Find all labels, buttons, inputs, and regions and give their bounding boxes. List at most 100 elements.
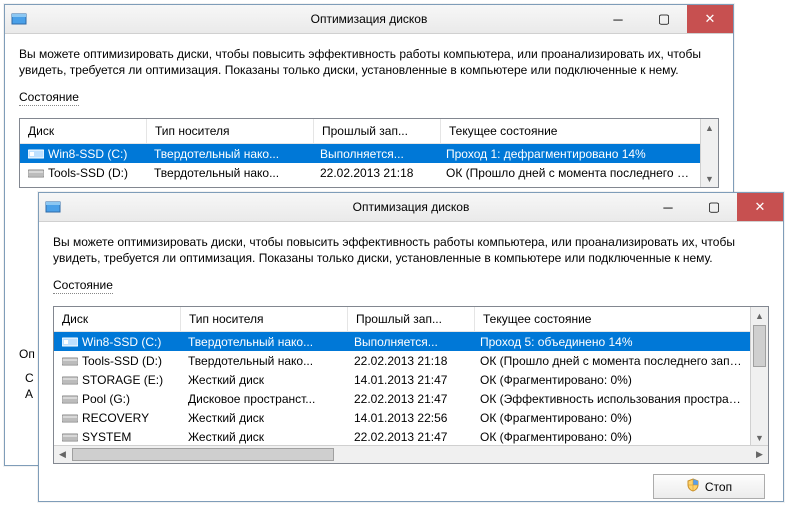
disk-name: SYSTEM xyxy=(82,430,131,444)
disk-name: Tools-SSD (D:) xyxy=(48,166,128,180)
hdd-drive-icon xyxy=(62,431,78,443)
cell-last-run: Выполняется... xyxy=(312,147,438,161)
cell-disk: STORAGE (E:) xyxy=(54,373,180,387)
col-media[interactable]: Тип носителя xyxy=(181,307,348,331)
cell-last-run: Выполняется... xyxy=(346,335,472,349)
disk-name: Win8-SSD (C:) xyxy=(82,335,161,349)
vertical-scrollbar[interactable]: ▲ ▼ xyxy=(750,307,768,446)
cell-media: Твердотельный нако... xyxy=(146,147,312,161)
cell-disk: RECOVERY xyxy=(54,411,180,425)
scroll-down-icon[interactable]: ▼ xyxy=(701,170,718,187)
hdd-drive-icon xyxy=(62,374,78,386)
col-media[interactable]: Тип носителя xyxy=(147,119,314,143)
button-row: Стоп xyxy=(53,464,769,501)
scroll-thumb[interactable] xyxy=(72,448,334,461)
cell-state: ОК (Фрагментировано: 0%) xyxy=(472,430,751,444)
scroll-right-icon[interactable]: ▶ xyxy=(751,446,768,463)
hdd-drive-icon xyxy=(62,412,78,424)
cell-state: ОК (Эффективность использования простран… xyxy=(472,392,751,406)
cell-disk: Win8-SSD (C:) xyxy=(54,335,180,349)
window-front: Оптимизация дисков ─ ▢ ✕ Вы можете оптим… xyxy=(38,192,784,502)
maximize-button[interactable]: ▢ xyxy=(641,5,687,33)
cell-media: Дисковое пространст... xyxy=(180,392,346,406)
hdd-drive-icon xyxy=(62,393,78,405)
description-text: Вы можете оптимизировать диски, чтобы по… xyxy=(19,46,719,78)
table-row[interactable]: Win8-SSD (C:) Твердотельный нако...Выполн… xyxy=(54,332,751,351)
scroll-up-icon[interactable]: ▲ xyxy=(751,307,768,324)
list-header[interactable]: Диск Тип носителя Прошлый зап... Текущее… xyxy=(20,119,701,144)
window-controls: ─ ▢ ✕ xyxy=(645,193,783,221)
disk-name: STORAGE (E:) xyxy=(82,373,163,387)
maximize-button[interactable]: ▢ xyxy=(691,193,737,221)
description-text: Вы можете оптимизировать диски, чтобы по… xyxy=(53,234,769,266)
window-controls: ─ ▢ ✕ xyxy=(595,5,733,33)
table-row[interactable]: STORAGE (E:) Жесткий диск14.01.2013 21:47… xyxy=(54,370,751,389)
table-row[interactable]: Tools-SSD (D:)Твердотельный нако...22.02… xyxy=(20,163,701,182)
titlebar[interactable]: Оптимизация дисков ─ ▢ ✕ xyxy=(39,193,783,222)
close-button[interactable]: ✕ xyxy=(687,5,733,33)
cell-disk: Pool (G:) xyxy=(54,392,180,406)
app-icon xyxy=(45,199,61,215)
cell-media: Твердотельный нако... xyxy=(180,335,346,349)
cell-disk: Tools-SSD (D:) xyxy=(54,354,180,368)
cell-media: Твердотельный нако... xyxy=(180,354,346,368)
window-body: Вы можете оптимизировать диски, чтобы по… xyxy=(5,34,733,198)
scroll-left-icon[interactable]: ◀ xyxy=(54,446,71,463)
horizontal-scrollbar[interactable]: ◀ ▶ xyxy=(54,445,768,463)
list-rows: Win8-SSD (C:) Твердотельный нако...Выполн… xyxy=(20,144,701,182)
disk-name: RECOVERY xyxy=(82,411,149,425)
cell-media: Твердотельный нако... xyxy=(146,166,312,180)
app-icon xyxy=(11,11,27,27)
cell-state: ОК (Прошло дней с момента последнего зап… xyxy=(438,166,701,180)
cell-state: Проход 5: объединено 14% xyxy=(472,335,751,349)
col-disk[interactable]: Диск xyxy=(54,307,181,331)
col-state[interactable]: Текущее состояние xyxy=(441,119,701,143)
table-row[interactable]: Tools-SSD (D:) Твердотельный нако...22.02… xyxy=(54,351,751,370)
col-lastrun[interactable]: Прошлый зап... xyxy=(314,119,441,143)
hdd-drive-icon xyxy=(28,167,44,179)
bg-snip-c: А xyxy=(25,387,33,401)
disk-name: Win8-SSD (C:) xyxy=(48,147,127,161)
cell-media: Жесткий диск xyxy=(180,411,346,425)
drive-list: Диск Тип носителя Прошлый зап... Текущее… xyxy=(19,118,719,188)
cell-last-run: 14.01.2013 22:56 xyxy=(346,411,472,425)
close-button[interactable]: ✕ xyxy=(737,193,783,221)
scroll-down-icon[interactable]: ▼ xyxy=(751,429,768,446)
vertical-scrollbar[interactable]: ▲ ▼ xyxy=(700,119,718,187)
bg-snip-b: С xyxy=(25,371,34,385)
cell-disk: Tools-SSD (D:) xyxy=(20,166,146,180)
ssd-drive-icon xyxy=(62,336,78,348)
list-rows: Win8-SSD (C:) Твердотельный нако...Выполн… xyxy=(54,332,751,445)
titlebar[interactable]: Оптимизация дисков ─ ▢ ✕ xyxy=(5,5,733,34)
cell-state: ОК (Фрагментировано: 0%) xyxy=(472,411,751,425)
cell-state: ОК (Прошло дней с момента последнего зап… xyxy=(472,354,751,368)
scroll-up-icon[interactable]: ▲ xyxy=(701,119,718,136)
table-row[interactable]: Win8-SSD (C:) Твердотельный нако...Выполн… xyxy=(20,144,701,163)
minimize-button[interactable]: ─ xyxy=(645,193,691,221)
cell-last-run: 22.02.2013 21:18 xyxy=(346,354,472,368)
disk-name: Pool (G:) xyxy=(82,392,130,406)
col-state[interactable]: Текущее состояние xyxy=(475,307,751,331)
section-label: Состояние xyxy=(53,278,113,294)
cell-disk: Win8-SSD (C:) xyxy=(20,147,146,161)
bg-snip-a: Оп xyxy=(19,347,35,361)
scroll-thumb[interactable] xyxy=(753,325,766,367)
cell-media: Жесткий диск xyxy=(180,373,346,387)
list-header[interactable]: Диск Тип носителя Прошлый зап... Текущее… xyxy=(54,307,751,332)
cell-state: Проход 1: дефрагментировано 14% xyxy=(438,147,701,161)
table-row[interactable]: SYSTEMЖесткий диск22.02.2013 21:47ОК (Фр… xyxy=(54,427,751,445)
section-label: Состояние xyxy=(19,90,79,106)
table-row[interactable]: RECOVERY Жесткий диск14.01.2013 22:56ОК (… xyxy=(54,408,751,427)
window-body: Вы можете оптимизировать диски, чтобы по… xyxy=(39,222,783,505)
disk-name: Tools-SSD (D:) xyxy=(82,354,162,368)
minimize-button[interactable]: ─ xyxy=(595,5,641,33)
table-row[interactable]: Pool (G:)Дисковое пространст...22.02.201… xyxy=(54,389,751,408)
shield-icon xyxy=(686,478,700,495)
ssd-drive-icon xyxy=(28,148,44,160)
col-lastrun[interactable]: Прошлый зап... xyxy=(348,307,475,331)
stop-button-label: Стоп xyxy=(705,480,732,494)
drive-list: Диск Тип носителя Прошлый зап... Текущее… xyxy=(53,306,769,464)
stop-button[interactable]: Стоп xyxy=(653,474,765,499)
cell-last-run: 14.01.2013 21:47 xyxy=(346,373,472,387)
col-disk[interactable]: Диск xyxy=(20,119,147,143)
